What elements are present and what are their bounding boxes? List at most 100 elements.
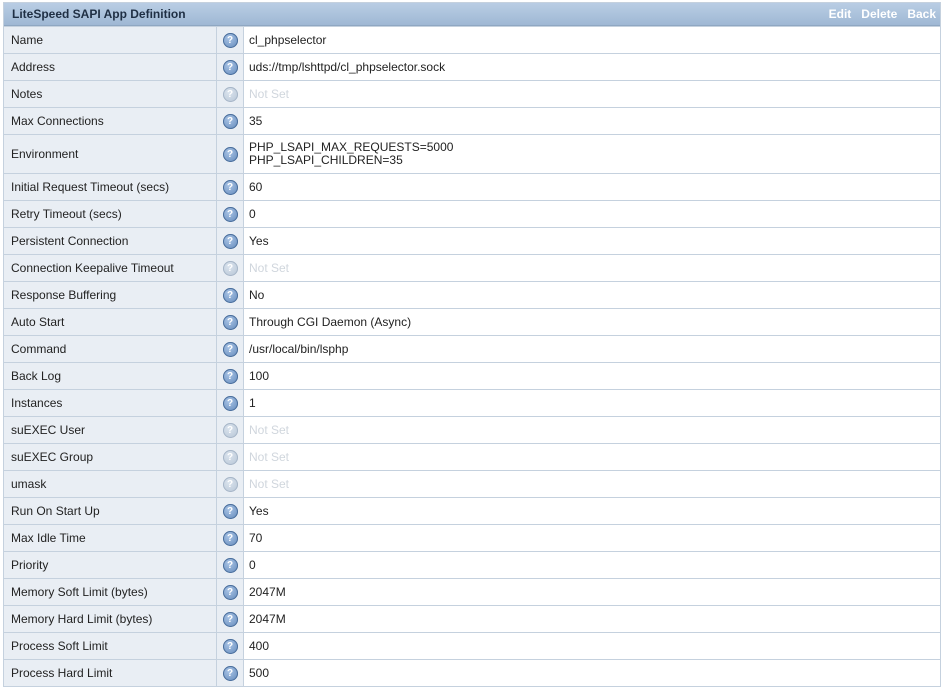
setting-label: Name xyxy=(4,26,217,54)
help-cell: ? xyxy=(216,389,244,417)
app-definition-panel: LiteSpeed SAPI App Definition Edit Delet… xyxy=(3,2,941,687)
setting-value: 60 xyxy=(249,180,263,194)
help-icon[interactable]: ? xyxy=(222,59,238,75)
setting-label: Max Connections xyxy=(4,107,217,135)
settings-table: Name? cl_phpselector Address? uds://tmp/lsh… xyxy=(4,26,940,686)
help-cell: ? xyxy=(216,308,244,336)
help-cell: ? xyxy=(216,578,244,606)
setting-value-cell: No xyxy=(243,281,940,309)
help-icon[interactable]: ? xyxy=(222,146,238,162)
setting-label: Initial Request Timeout (secs) xyxy=(4,173,217,201)
setting-label: Run On Start Up xyxy=(4,497,217,525)
table-row: Connection Keepalive Timeout? Not Set xyxy=(4,254,940,282)
help-icon[interactable]: ? xyxy=(222,113,238,129)
setting-value: 0 xyxy=(249,207,256,221)
panel-actions: Edit Delete Back xyxy=(829,7,936,21)
table-row: Name? cl_phpselector xyxy=(4,26,940,54)
setting-label: Retry Timeout (secs) xyxy=(4,200,217,228)
setting-value: 0 xyxy=(249,558,256,572)
table-row: Environment? PHP_LSAPI_MAX_REQUESTS=5000 P… xyxy=(4,134,940,174)
table-row: Max Connections? 35 xyxy=(4,107,940,135)
table-row: Address? uds://tmp/lshttpd/cl_phpselector… xyxy=(4,53,940,81)
setting-value-cell: Not Set xyxy=(243,80,940,108)
setting-value-cell: 500 xyxy=(243,659,940,686)
setting-value-cell: /usr/local/bin/lsphp xyxy=(243,335,940,363)
table-row: Back Log? 100 xyxy=(4,362,940,390)
help-icon[interactable]: ? xyxy=(222,86,238,102)
setting-value: PHP_LSAPI_CHILDREN=35 xyxy=(249,153,403,167)
help-cell: ? xyxy=(216,281,244,309)
help-icon[interactable]: ? xyxy=(222,665,238,681)
help-icon[interactable]: ? xyxy=(222,260,238,276)
help-icon[interactable]: ? xyxy=(222,32,238,48)
edit-button[interactable]: Edit xyxy=(829,7,852,21)
setting-value-cell: Not Set xyxy=(243,470,940,498)
table-row: Instances? 1 xyxy=(4,389,940,417)
help-icon[interactable]: ? xyxy=(222,314,238,330)
setting-value: 70 xyxy=(249,531,263,545)
help-icon[interactable]: ? xyxy=(222,368,238,384)
help-cell: ? xyxy=(216,134,244,174)
help-cell: ? xyxy=(216,632,244,660)
table-row: Memory Hard Limit (bytes)? 2047M xyxy=(4,605,940,633)
setting-label: Back Log xyxy=(4,362,217,390)
table-row: Process Soft Limit? 400 xyxy=(4,632,940,660)
help-icon[interactable]: ? xyxy=(222,449,238,465)
setting-label: Response Buffering xyxy=(4,281,217,309)
help-icon[interactable]: ? xyxy=(222,206,238,222)
panel-title: LiteSpeed SAPI App Definition xyxy=(12,7,186,21)
help-cell: ? xyxy=(216,335,244,363)
setting-value-cell: Through CGI Daemon (Async) xyxy=(243,308,940,336)
setting-value: Through CGI Daemon (Async) xyxy=(249,315,412,329)
setting-value-cell: 400 xyxy=(243,632,940,660)
setting-value-cell: Yes xyxy=(243,497,940,525)
not-set-value: Not Set xyxy=(249,450,290,464)
setting-value-cell: 60 xyxy=(243,173,940,201)
help-icon[interactable]: ? xyxy=(222,530,238,546)
setting-value: 100 xyxy=(249,369,270,383)
setting-label: Address xyxy=(4,53,217,81)
not-set-value: Not Set xyxy=(249,261,290,275)
help-cell: ? xyxy=(216,605,244,633)
help-cell: ? xyxy=(216,173,244,201)
setting-label: Process Hard Limit xyxy=(4,659,217,686)
table-row: Process Hard Limit? 500 xyxy=(4,659,940,686)
back-button[interactable]: Back xyxy=(907,7,936,21)
setting-label: Auto Start xyxy=(4,308,217,336)
table-row: Priority? 0 xyxy=(4,551,940,579)
help-icon[interactable]: ? xyxy=(222,233,238,249)
setting-value-cell: Not Set xyxy=(243,443,940,471)
help-cell: ? xyxy=(216,254,244,282)
panel-header: LiteSpeed SAPI App Definition Edit Delet… xyxy=(4,3,940,26)
help-icon[interactable]: ? xyxy=(222,638,238,654)
help-cell: ? xyxy=(216,524,244,552)
help-icon[interactable]: ? xyxy=(222,611,238,627)
setting-value: uds://tmp/lshttpd/cl_phpselector.sock xyxy=(249,60,446,74)
help-icon[interactable]: ? xyxy=(222,584,238,600)
setting-value-cell: 70 xyxy=(243,524,940,552)
setting-label: suEXEC Group xyxy=(4,443,217,471)
setting-value: 1 xyxy=(249,396,256,410)
help-icon[interactable]: ? xyxy=(222,476,238,492)
help-icon[interactable]: ? xyxy=(222,287,238,303)
help-cell: ? xyxy=(216,26,244,54)
help-cell: ? xyxy=(216,53,244,81)
table-row: Max Idle Time? 70 xyxy=(4,524,940,552)
help-icon[interactable]: ? xyxy=(222,341,238,357)
setting-value: 500 xyxy=(249,666,270,680)
setting-label: Connection Keepalive Timeout xyxy=(4,254,217,282)
help-cell: ? xyxy=(216,80,244,108)
help-icon[interactable]: ? xyxy=(222,503,238,519)
setting-value-cell: 35 xyxy=(243,107,940,135)
table-row: umask? Not Set xyxy=(4,470,940,498)
delete-button[interactable]: Delete xyxy=(861,7,897,21)
help-icon[interactable]: ? xyxy=(222,422,238,438)
setting-value-cell: uds://tmp/lshttpd/cl_phpselector.sock xyxy=(243,53,940,81)
table-row: Run On Start Up? Yes xyxy=(4,497,940,525)
help-cell: ? xyxy=(216,470,244,498)
help-icon[interactable]: ? xyxy=(222,557,238,573)
help-icon[interactable]: ? xyxy=(222,179,238,195)
help-cell: ? xyxy=(216,443,244,471)
table-row: Initial Request Timeout (secs)? 60 xyxy=(4,173,940,201)
help-icon[interactable]: ? xyxy=(222,395,238,411)
